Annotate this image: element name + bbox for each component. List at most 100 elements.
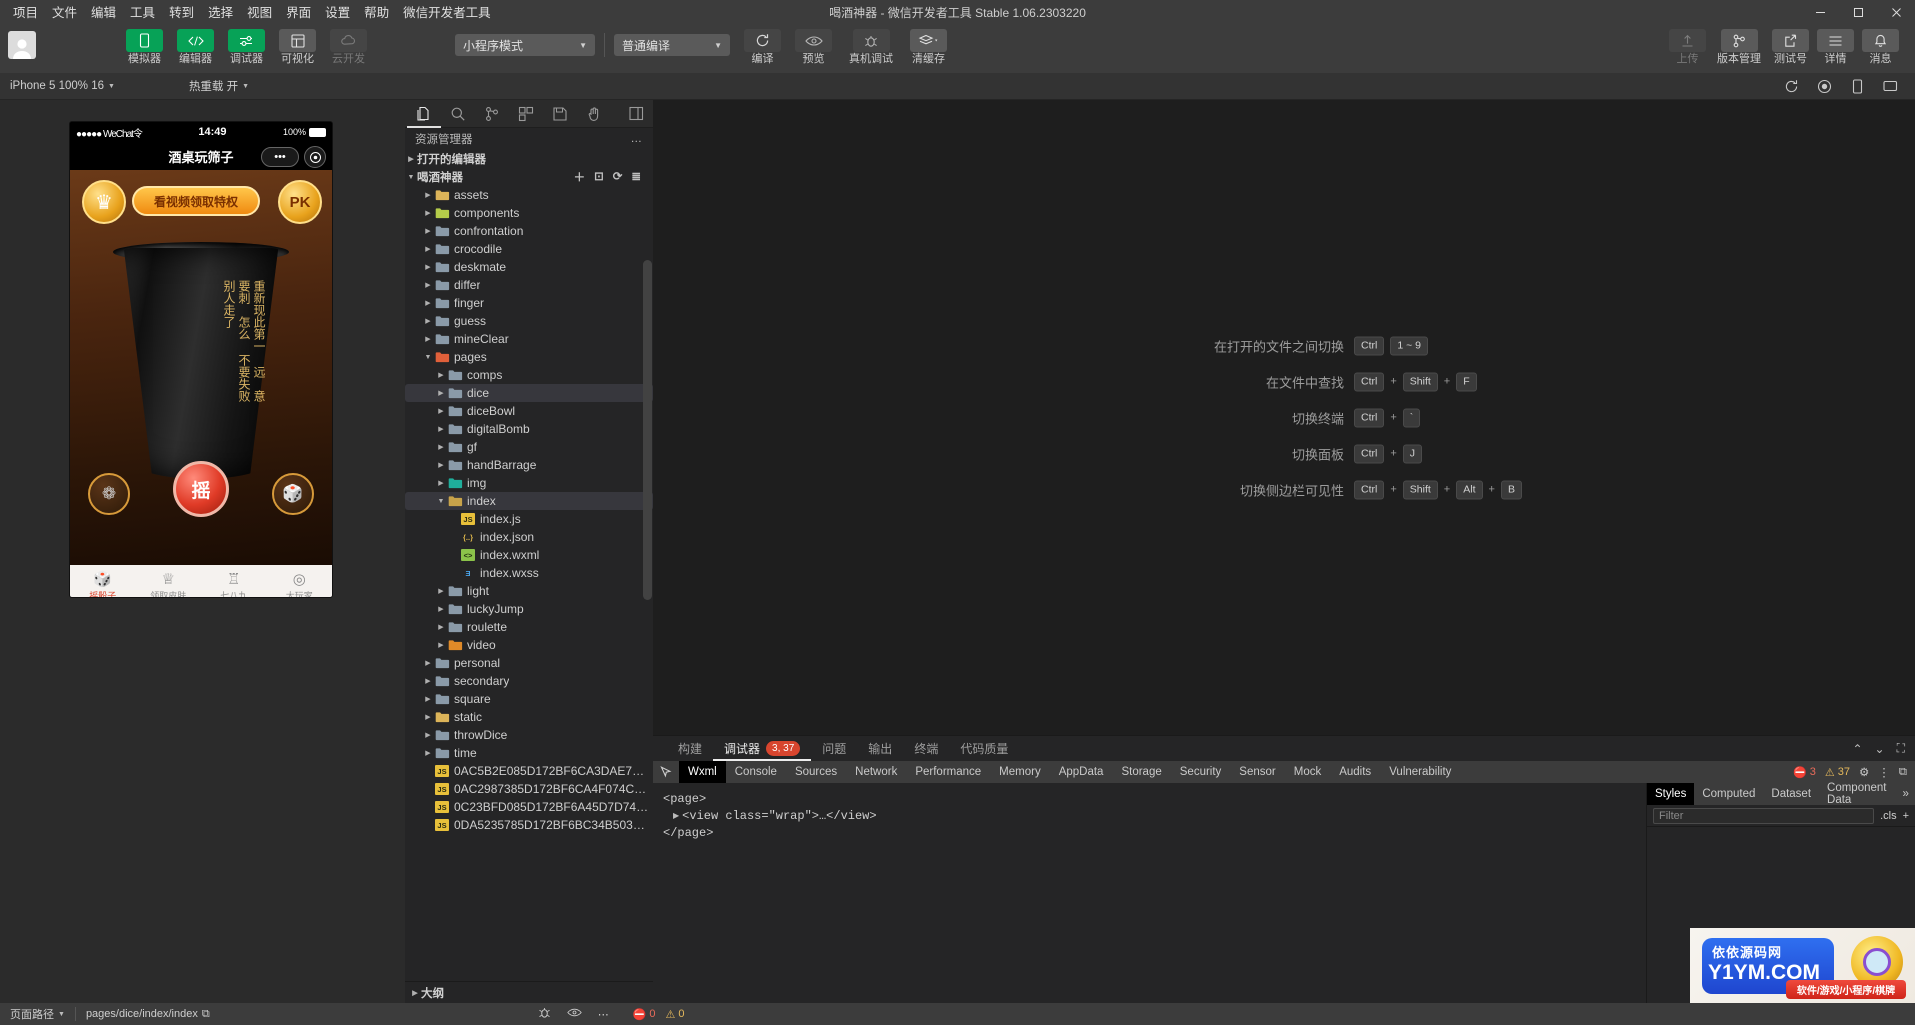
files-icon[interactable] <box>407 100 441 128</box>
chevron-right-icon[interactable]: ▶ <box>422 299 434 307</box>
close-icon[interactable] <box>1877 0 1915 25</box>
tree-folder-row[interactable]: ▶ secondary <box>405 672 653 690</box>
styles-tab-component-data[interactable]: Component Data <box>1819 782 1894 806</box>
device-select[interactable]: iPhone 5 100% 16 ▼ <box>0 80 125 92</box>
messages-button[interactable]: 消息 <box>1858 25 1903 66</box>
tree-file-row[interactable]: JS 0AC2987385D172BF6CA4F074C5C17533... <box>405 780 653 798</box>
chevron-right-icon[interactable]: ▶ <box>435 443 447 451</box>
vip-video-button[interactable]: 看视频领取特权 <box>132 186 260 216</box>
phone-portrait-icon[interactable] <box>1841 73 1874 100</box>
subtab-vulnerability[interactable]: Vulnerability <box>1380 761 1460 783</box>
chevron-right-icon[interactable]: ▶ <box>435 425 447 433</box>
tree-folder-row[interactable]: ▶ light <box>405 582 653 600</box>
tree-folder-row[interactable]: ▶ luckyJump <box>405 600 653 618</box>
maximize-panel-icon[interactable]: ⛶ <box>1897 741 1905 756</box>
chevron-right-icon[interactable]: ▶ <box>422 659 434 667</box>
chevron-down-icon[interactable]: ⌄ <box>1875 742 1885 756</box>
styles-tab-computed[interactable]: Computed <box>1694 783 1763 805</box>
tree-folder-row[interactable]: ▶ mineClear <box>405 330 653 348</box>
editor-pane[interactable]: 在打开的文件之间切换 Ctrl 1 ~ 9 在文件中查找 Ctrl + Shif… <box>653 100 1915 735</box>
compile-button[interactable]: 编译 <box>740 25 785 66</box>
chevron-up-icon[interactable]: ⌃ <box>1852 742 1862 756</box>
tab-debugger[interactable]: 调试器 3, 37 <box>713 736 811 761</box>
page-path-value-group[interactable]: pages/dice/index/index ⧉ <box>76 1008 220 1021</box>
tree-folder-row[interactable]: ▼ index <box>405 492 653 510</box>
menu-item-tools[interactable]: 工具 <box>123 3 162 23</box>
rotate-icon[interactable] <box>1775 73 1808 100</box>
warning-count[interactable]: ⚠ 37 <box>1825 766 1850 779</box>
tree-file-row[interactable]: <> index.wxml <box>405 546 653 564</box>
compile-select[interactable]: 普通编译 ▼ <box>614 34 730 56</box>
extensions-icon[interactable] <box>509 100 543 128</box>
tree-file-row[interactable]: {..} index.json <box>405 528 653 546</box>
pk-button[interactable]: PK <box>278 180 322 224</box>
tree-folder-row[interactable]: ▶ img <box>405 474 653 492</box>
add-style-button[interactable]: + <box>1903 810 1909 822</box>
toggle-simulator[interactable]: 模拟器 <box>122 25 167 66</box>
tree-file-row[interactable]: JS index.js <box>405 510 653 528</box>
source-control-icon[interactable] <box>475 100 509 128</box>
record-icon[interactable] <box>1808 73 1841 100</box>
chevron-right-icon[interactable]: ▶ <box>435 407 447 415</box>
outline-section[interactable]: ▶ 大纲 <box>405 981 653 1003</box>
gear-icon[interactable]: ⚙ <box>1859 765 1869 779</box>
dock-icon[interactable]: ⧉ <box>1899 766 1907 779</box>
subtab-network[interactable]: Network <box>846 761 906 783</box>
tree-folder-row[interactable]: ▶ diceBowl <box>405 402 653 420</box>
menu-item-interface[interactable]: 界面 <box>279 3 318 23</box>
close-capsule-button[interactable] <box>304 146 326 168</box>
subtab-audits[interactable]: Audits <box>1330 761 1380 783</box>
tree-folder-row[interactable]: ▶ handBarrage <box>405 456 653 474</box>
upload-button[interactable]: 上传 <box>1665 25 1710 66</box>
chevron-right-icon[interactable]: ▶ <box>422 191 434 199</box>
subtab-sensor[interactable]: Sensor <box>1230 761 1284 783</box>
chevron-right-icon[interactable]: ▶ <box>435 587 447 595</box>
subtab-appdata[interactable]: AppData <box>1050 761 1113 783</box>
menu-item-settings[interactable]: 设置 <box>318 3 357 23</box>
tree-folder-row[interactable]: ▶ video <box>405 636 653 654</box>
phone-landscape-icon[interactable] <box>1874 73 1907 100</box>
subtab-console[interactable]: Console <box>726 761 786 783</box>
tree-folder-row[interactable]: ▼ pages <box>405 348 653 366</box>
tab-problems[interactable]: 问题 <box>811 736 857 761</box>
tree-folder-row[interactable]: ▶ roulette <box>405 618 653 636</box>
explorer-more-icon[interactable]: … <box>631 133 644 145</box>
tree-folder-row[interactable]: ▶ gf <box>405 438 653 456</box>
tab-output[interactable]: 输出 <box>857 736 903 761</box>
refresh-icon[interactable]: ⟳ <box>613 169 623 185</box>
chevron-right-icon[interactable]: ▶ <box>422 713 434 721</box>
tree-file-row[interactable]: JS 0AC5B2E085D172BF6CA3DAE73681753... <box>405 762 653 780</box>
tab-shake-dice[interactable]: 🎲 摇骰子 <box>70 565 136 598</box>
tab-skins[interactable]: ♕ 领取皮肤 <box>136 565 202 598</box>
chevron-right-icon[interactable]: ▶ <box>435 605 447 613</box>
tree-folder-row[interactable]: ▶ guess <box>405 312 653 330</box>
wxml-tree[interactable]: <page> ▶ <view class="wrap">…</view> </p… <box>653 783 1647 1003</box>
mode-select[interactable]: 小程序模式 ▼ <box>455 34 595 56</box>
tree-folder-row[interactable]: ▶ square <box>405 690 653 708</box>
code-line[interactable]: ▶ <view class="wrap">…</view> <box>663 808 1646 825</box>
copy-icon[interactable]: ⧉ <box>202 1008 210 1021</box>
hot-reload-select[interactable]: 热重载 开 ▼ <box>179 78 259 94</box>
subtab-memory[interactable]: Memory <box>990 761 1050 783</box>
details-button[interactable]: 详情 <box>1813 25 1858 66</box>
tree-file-row[interactable]: Ǝindex.wxss <box>405 564 653 582</box>
styles-tab-styles[interactable]: Styles <box>1647 783 1695 805</box>
status-warning-count[interactable]: ⚠ 0 <box>666 1008 685 1021</box>
code-line[interactable]: <page> <box>663 791 1646 808</box>
tree-folder-row[interactable]: ▶ finger <box>405 294 653 312</box>
explorer-scrollbar[interactable] <box>643 260 652 600</box>
menu-item-project[interactable]: 项目 <box>6 3 45 23</box>
chevron-right-icon[interactable]: ▶ <box>422 245 434 253</box>
clear-cache-button[interactable]: 清缓存 <box>906 25 951 66</box>
subtab-performance[interactable]: Performance <box>906 761 990 783</box>
toggle-cloud[interactable]: 云开发 <box>326 25 371 66</box>
section-open-editors[interactable]: ▶ 打开的编辑器 <box>405 150 653 168</box>
tree-folder-row[interactable]: ▶ deskmate <box>405 258 653 276</box>
subtab-wxml[interactable]: Wxml <box>679 761 726 783</box>
chevron-right-icon[interactable]: ▶ <box>435 371 447 379</box>
tree-folder-row[interactable]: ▶ assets <box>405 186 653 204</box>
kebab-icon[interactable]: ⋮ <box>1878 765 1890 779</box>
chevron-right-icon[interactable]: ▶ <box>422 227 434 235</box>
tree-folder-row[interactable]: ▶ personal <box>405 654 653 672</box>
tab-bigplayer[interactable]: ◎ 大玩家 <box>267 565 333 598</box>
